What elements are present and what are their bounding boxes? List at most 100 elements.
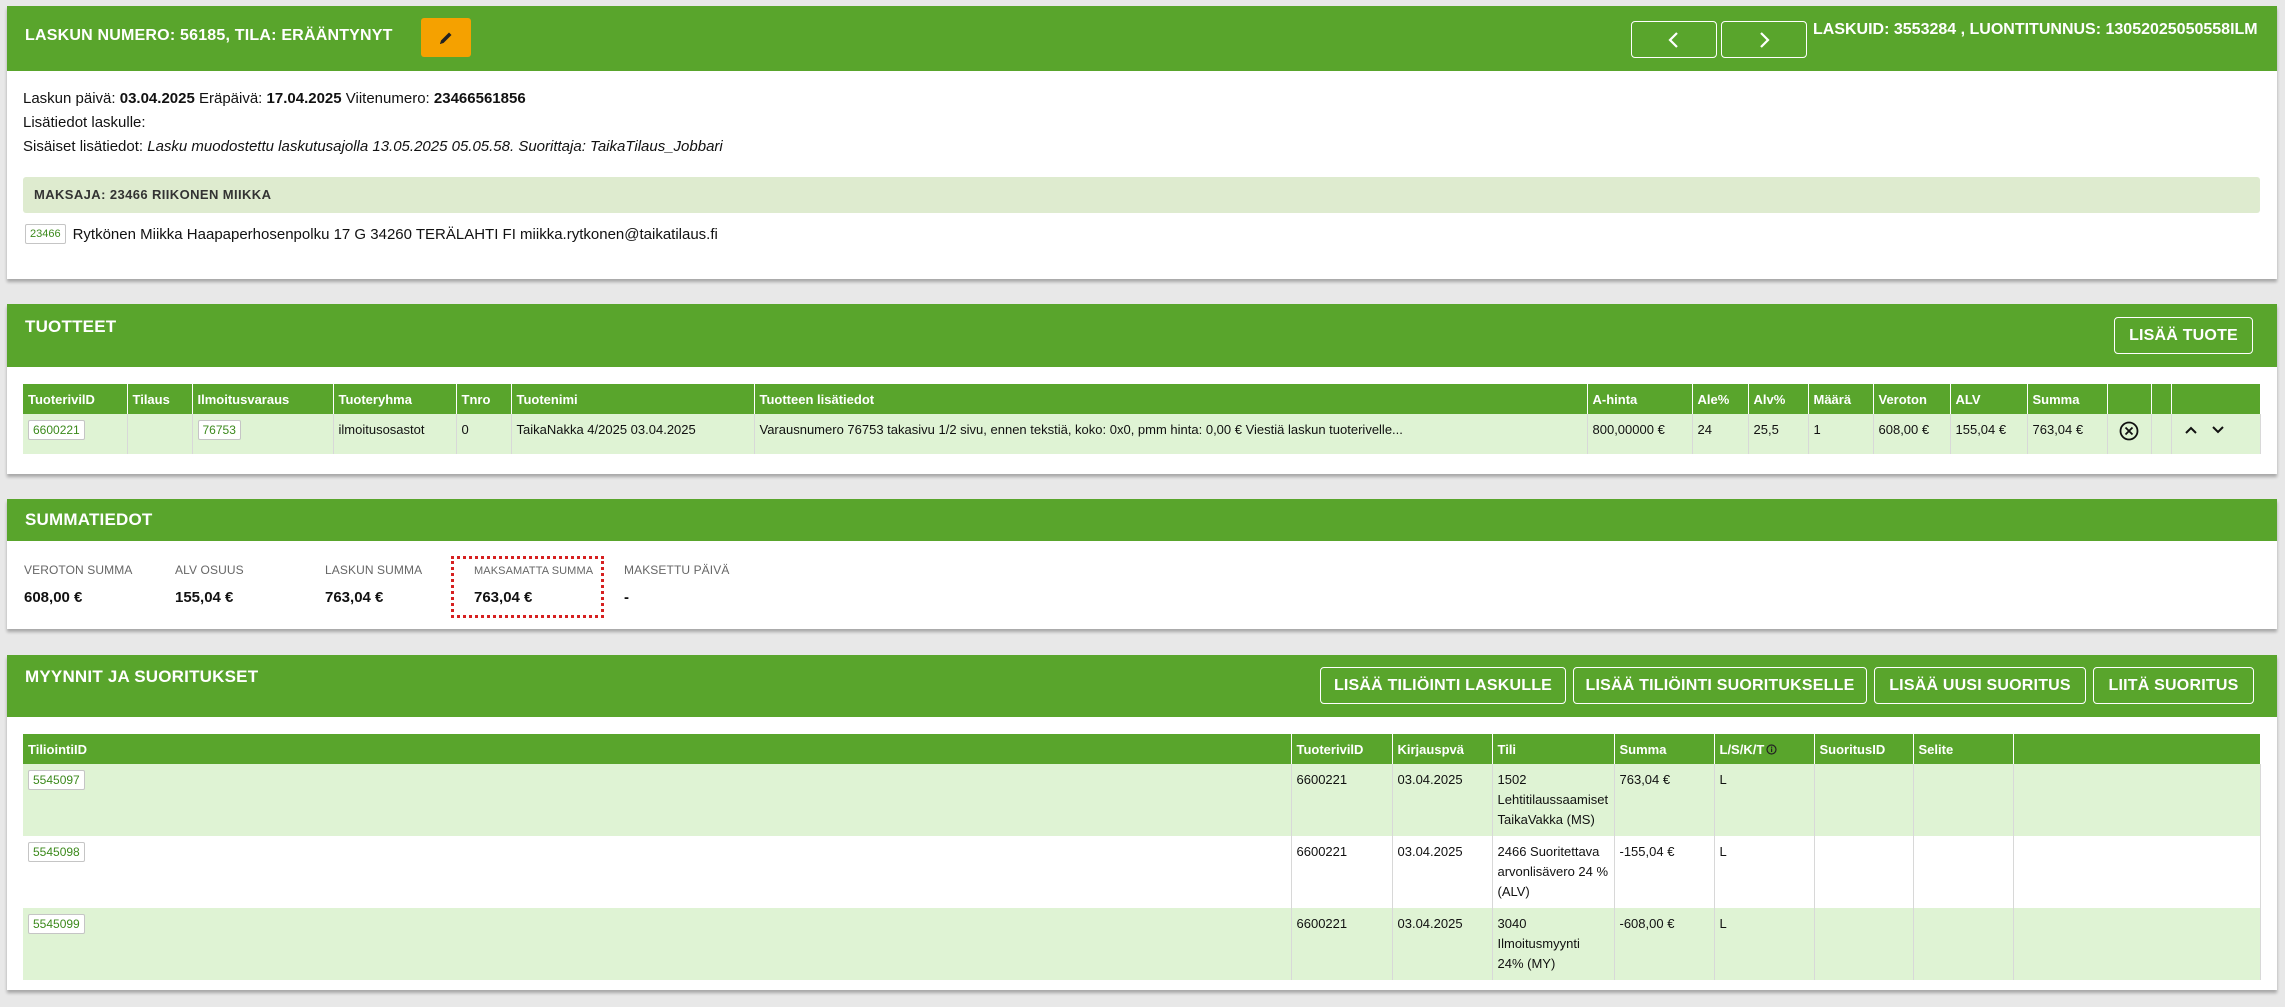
remove-circle-icon[interactable] bbox=[2119, 421, 2139, 441]
table-row[interactable]: 6600221 76753 ilmoitusosastot 0 TaikaNak… bbox=[23, 414, 2261, 454]
type-cell: L bbox=[1714, 908, 1815, 980]
net-cell: 608,00 € bbox=[1873, 414, 1951, 454]
reference-number: 23466561856 bbox=[433, 90, 526, 107]
invoice-panel: LASKUN NUMERO: 56185, TILA: ERÄÄNTYNYT L… bbox=[7, 6, 2277, 279]
col-header[interactable]: Kirjauspvä bbox=[1392, 734, 1493, 764]
product-details-cell: Varausnumero 76753 takasivu 1/2 sivu, en… bbox=[754, 414, 1588, 454]
col-header[interactable]: TiliointiID bbox=[23, 734, 1292, 764]
summary-title: SUMMATIEDOT bbox=[25, 510, 153, 529]
col-header[interactable]: A-hinta bbox=[1587, 384, 1693, 414]
description-cell bbox=[1913, 764, 2014, 836]
add-payment-posting-button[interactable]: LISÄÄ TILIÖINTI SUORITUKSELLE bbox=[1573, 667, 1867, 704]
discount-cell: 24 bbox=[1692, 414, 1749, 454]
order-cell bbox=[127, 414, 193, 454]
col-header[interactable]: Tili bbox=[1492, 734, 1615, 764]
description-cell bbox=[1913, 908, 2014, 980]
products-panel: TUOTTEET LISÄÄ TUOTE TuoterivilD Tilaus … bbox=[7, 304, 2277, 474]
product-row-id-tag[interactable]: 6600221 bbox=[28, 420, 85, 440]
col-header[interactable]: Tnro bbox=[456, 384, 512, 414]
edit-button[interactable] bbox=[421, 18, 471, 57]
posting-id-tag[interactable]: 5545099 bbox=[28, 914, 85, 934]
add-invoice-posting-button[interactable]: LISÄÄ TILIÖINTI LASKULLE bbox=[1320, 667, 1566, 704]
amount-cell: 763,04 € bbox=[1614, 764, 1715, 836]
posting-id-tag[interactable]: 5545097 bbox=[28, 770, 85, 790]
chevron-down-icon[interactable] bbox=[2210, 423, 2226, 437]
products-table: TuoterivilD Tilaus Ilmoitusvaraus Tuoter… bbox=[23, 384, 2261, 454]
summary-panel: SUMMATIEDOT VEROTON SUMMA 608,00 € ALV O… bbox=[7, 499, 2277, 629]
amount-cell: -608,00 € bbox=[1614, 908, 1715, 980]
account-cell: 1502 Lehtitilaussaamiset TaikaVakka (MS) bbox=[1492, 764, 1615, 836]
sales-header-bar: MYYNNIT JA SUORITUKSET LISÄÄ TILIÖINTI L… bbox=[7, 655, 2277, 717]
col-header[interactable]: Määrä bbox=[1808, 384, 1874, 414]
internal-info: Sisäiset lisätiedot: Lasku muodostettu l… bbox=[23, 138, 723, 155]
table-row[interactable]: 5545097 6600221 03.04.2025 1502 Lehtitil… bbox=[23, 764, 2261, 836]
col-header bbox=[2151, 384, 2172, 414]
col-header[interactable]: Summa bbox=[1614, 734, 1715, 764]
col-header[interactable]: ALV bbox=[1950, 384, 2028, 414]
payer-bar: MAKSAJA: 23466 RIIKONEN MIIKKA bbox=[23, 177, 2260, 213]
customer-details: Rytkönen Miikka Haapaperhosenpolku 17 G … bbox=[72, 225, 718, 243]
invoice-meta: LASKUID: 3553284 , LUONTITUNNUS: 1305202… bbox=[1813, 21, 2258, 38]
col-header bbox=[2013, 734, 2261, 764]
col-header bbox=[2171, 384, 2261, 414]
customer-id-tag[interactable]: 23466 bbox=[25, 224, 66, 244]
sum-cell: 763,04 € bbox=[2027, 414, 2108, 454]
summary-header-bar: SUMMATIEDOT bbox=[7, 499, 2277, 541]
table-row[interactable]: 5545099 6600221 03.04.2025 3040 Ilmoitus… bbox=[23, 908, 2261, 980]
add-new-payment-button[interactable]: LISÄÄ UUSI SUORITUS bbox=[1874, 667, 2086, 704]
col-header bbox=[2107, 384, 2152, 414]
col-header[interactable]: Ilmoitusvaraus bbox=[192, 384, 334, 414]
account-cell: 3040 Ilmoitusmyynti 24% (MY) bbox=[1492, 908, 1615, 980]
col-header[interactable]: Tilaus bbox=[127, 384, 193, 414]
col-header[interactable]: Alv% bbox=[1748, 384, 1809, 414]
invoice-extra-info: Lisätiedot laskulle: bbox=[23, 114, 146, 131]
col-header[interactable]: L/S/K/T bbox=[1714, 734, 1815, 764]
reservation-id-tag[interactable]: 76753 bbox=[197, 420, 241, 440]
chevron-right-icon bbox=[1760, 31, 1770, 48]
invoice-date: 03.04.2025 bbox=[119, 90, 195, 107]
invoice-status: ERÄÄNTYNYT bbox=[281, 27, 393, 44]
table-row[interactable]: 5545098 6600221 03.04.2025 2466 Suoritet… bbox=[23, 836, 2261, 908]
amount-cell: -155,04 € bbox=[1614, 836, 1715, 908]
product-row-cell: 6600221 bbox=[1291, 836, 1393, 908]
chevron-left-icon bbox=[1668, 31, 1678, 48]
col-header[interactable]: SuoritusID bbox=[1814, 734, 1914, 764]
col-header[interactable]: TuoterivilD bbox=[1291, 734, 1393, 764]
summary-paid-date: MAKSETTU PÄIVÄ - bbox=[624, 563, 730, 606]
description-cell bbox=[1913, 836, 2014, 908]
vat-percent-cell: 25,5 bbox=[1748, 414, 1809, 454]
sales-header-row: TiliointiID TuoterivilD Kirjauspvä Tili … bbox=[23, 734, 2261, 764]
col-header[interactable]: Tuotteen lisätiedot bbox=[754, 384, 1588, 414]
payment-id-cell bbox=[1814, 836, 1914, 908]
next-invoice-button[interactable] bbox=[1721, 21, 1807, 58]
col-header[interactable]: Summa bbox=[2027, 384, 2108, 414]
previous-invoice-button[interactable] bbox=[1631, 21, 1717, 58]
products-header-row: TuoterivilD Tilaus Ilmoitusvaraus Tuoter… bbox=[23, 384, 2261, 414]
type-cell: L bbox=[1714, 836, 1815, 908]
col-header[interactable]: Tuotenimi bbox=[511, 384, 755, 414]
col-header[interactable]: Veroton bbox=[1873, 384, 1951, 414]
summary-values: VEROTON SUMMA 608,00 € ALV OSUUS 155,04 … bbox=[7, 556, 2277, 623]
invoice-title: LASKUN NUMERO: 56185, TILA: ERÄÄNTYNYT bbox=[25, 27, 393, 44]
attach-payment-button[interactable]: LIITÄ SUORITUS bbox=[2093, 667, 2254, 704]
product-name-cell: TaikaNakka 4/2025 03.04.2025 bbox=[511, 414, 755, 454]
chevron-up-icon[interactable] bbox=[2183, 423, 2199, 437]
summary-unpaid-total: MAKSAMATTA SUMMA 763,04 € bbox=[451, 556, 604, 618]
posting-id-tag[interactable]: 5545098 bbox=[28, 842, 85, 862]
due-date: 17.04.2025 bbox=[266, 90, 342, 107]
add-product-button[interactable]: LISÄÄ TUOTE bbox=[2114, 317, 2253, 354]
col-header[interactable]: TuoterivilD bbox=[23, 384, 128, 414]
payment-id-cell bbox=[1814, 908, 1914, 980]
col-header[interactable]: Selite bbox=[1913, 734, 2014, 764]
posting-date-cell: 03.04.2025 bbox=[1392, 908, 1493, 980]
col-header[interactable]: Ale% bbox=[1692, 384, 1749, 414]
payment-id-cell bbox=[1814, 764, 1914, 836]
info-icon[interactable] bbox=[1766, 743, 1777, 755]
product-group-cell: ilmoitusosastot bbox=[333, 414, 457, 454]
posting-date-cell: 03.04.2025 bbox=[1392, 836, 1493, 908]
product-row-cell: 6600221 bbox=[1291, 908, 1393, 980]
sales-title: MYYNNIT JA SUORITUKSET bbox=[25, 667, 259, 686]
vat-cell: 155,04 € bbox=[1950, 414, 2028, 454]
col-header[interactable]: Tuoteryhma bbox=[333, 384, 457, 414]
posting-date-cell: 03.04.2025 bbox=[1392, 764, 1493, 836]
